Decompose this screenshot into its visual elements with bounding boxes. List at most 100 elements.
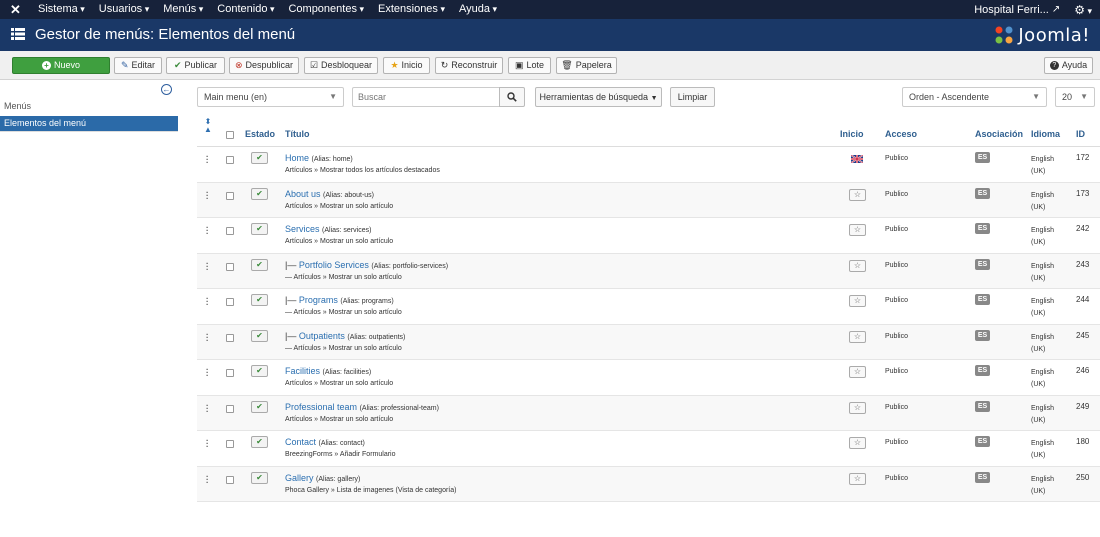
search-input[interactable] [352,87,500,107]
set-home-star-button[interactable]: ☆ [849,295,866,307]
published-status-button[interactable]: ✔ [251,258,268,271]
search-button[interactable] [499,87,525,107]
row-checkbox[interactable] [226,156,234,164]
published-status-button[interactable]: ✔ [251,400,268,413]
unpublish-button[interactable]: ⊗ Despublicar [229,57,299,74]
top-menu-item[interactable]: Extensiones [371,0,452,19]
home-button[interactable]: ★ Inicio [383,57,430,74]
header-home[interactable]: Inicio [840,129,864,139]
site-name-link[interactable]: Hospital Ferri... [974,4,1049,16]
row-checkbox[interactable] [226,369,234,377]
sidebar-item-menu-items[interactable]: Elementos del menú [0,116,178,131]
item-title-link[interactable]: Facilities [285,366,320,376]
top-menu-item[interactable]: Sistema [31,0,92,19]
search-tools-button[interactable]: Herramientas de búsqueda ▼ [535,87,662,107]
uk-flag-icon[interactable] [851,155,863,163]
published-status-button[interactable]: ✔ [251,329,268,342]
top-menu-item[interactable]: Ayuda [452,0,504,19]
drag-handle-icon[interactable]: · · · [206,472,209,486]
top-menu-item[interactable]: Menús [156,0,210,19]
drag-handle-icon[interactable]: · · · [206,153,209,167]
sort-order-icon[interactable]: ⬍ ▲ [204,118,212,134]
published-status-button[interactable]: ✔ [251,436,268,448]
association-badge[interactable]: ES [975,400,990,412]
header-id[interactable]: ID [1076,129,1085,139]
association-badge[interactable]: ES [975,294,990,305]
row-checkbox[interactable] [226,475,234,484]
row-checkbox[interactable] [226,227,234,235]
list-limit-select[interactable]: 20 ▼ [1055,87,1095,107]
drag-handle-icon[interactable]: · · · [206,330,209,344]
new-button[interactable]: + Nuevo [12,57,110,74]
association-badge[interactable]: ES [975,187,990,199]
top-menu-item[interactable]: Componentes [281,0,371,19]
association-badge[interactable]: ES [975,471,990,483]
published-status-button[interactable]: ✔ [251,471,268,484]
row-checkbox[interactable] [226,262,234,271]
drag-handle-icon[interactable]: · · · [206,224,209,238]
row-checkbox[interactable] [226,298,234,306]
drag-handle-icon[interactable]: · · · [206,259,209,273]
set-home-star-button[interactable]: ☆ [849,259,866,272]
help-button[interactable]: ? Ayuda [1044,57,1093,74]
item-title-link[interactable]: Home [285,153,309,163]
row-checkbox[interactable] [226,191,234,200]
set-home-star-button[interactable]: ☆ [849,330,866,343]
header-association[interactable]: Asociación [975,129,1023,139]
association-badge[interactable]: ES [975,152,990,163]
menu-select[interactable]: Main menu (en) ▼ [197,87,344,107]
header-title[interactable]: Título [285,129,310,139]
drag-handle-icon[interactable]: · · · [206,366,209,380]
set-home-star-button[interactable]: ☆ [849,366,866,378]
item-title-link[interactable]: Contact [285,437,316,447]
drag-handle-icon[interactable]: · · · [206,188,209,202]
drag-handle-icon[interactable]: · · · [206,401,209,415]
published-status-button[interactable]: ✔ [251,365,268,377]
clear-button[interactable]: Limpiar [670,87,715,107]
published-status-button[interactable]: ✔ [251,223,268,235]
select-all-checkbox[interactable] [226,131,234,139]
drag-handle-icon[interactable]: · · · [206,295,209,309]
drag-handle-icon[interactable]: · · · [206,437,209,451]
rebuild-button[interactable]: ↻ Reconstruir [435,57,503,74]
association-badge[interactable]: ES [975,365,990,376]
publish-button[interactable]: ✔ Publicar [166,57,225,74]
item-title-link[interactable]: Outpatients [299,331,345,341]
set-home-star-button[interactable]: ☆ [849,188,866,201]
header-status[interactable]: Estado [245,129,275,139]
joomla-admin-icon[interactable]: ✕ [8,2,23,17]
header-language[interactable]: Idioma [1031,129,1060,139]
item-title-link[interactable]: Programs [299,295,338,305]
set-home-star-button[interactable]: ☆ [849,437,866,449]
top-menu-item[interactable]: Contenido [210,0,281,19]
row-checkbox[interactable] [226,333,234,342]
item-title-link[interactable]: Gallery [285,473,314,483]
association-badge[interactable]: ES [975,258,990,270]
header-access[interactable]: Acceso [885,129,917,139]
set-home-star-button[interactable]: ☆ [849,401,866,414]
row-checkbox[interactable] [226,440,234,448]
set-home-star-button[interactable]: ☆ [849,472,866,485]
item-title-link[interactable]: Portfolio Services [299,260,369,270]
published-status-button[interactable]: ✔ [251,294,268,306]
association-badge[interactable]: ES [975,329,990,341]
item-title-link[interactable]: Professional team [285,402,357,412]
batch-button[interactable]: ▣ Lote [508,57,551,74]
item-title-link[interactable]: Services [285,224,320,234]
item-title-link[interactable]: About us [285,189,321,199]
unpublish-label: Despublicar [245,60,294,70]
unlock-button[interactable]: ☑ Desbloquear [304,57,378,74]
external-link-icon[interactable]: ↗ [1052,4,1060,15]
top-menu-item[interactable]: Usuarios [92,0,156,19]
ordering-select[interactable]: Orden - Ascendente ▼ [902,87,1047,107]
published-status-button[interactable]: ✔ [251,152,268,164]
association-badge[interactable]: ES [975,436,990,447]
edit-button[interactable]: ✎ Editar [114,57,162,74]
row-checkbox[interactable] [226,404,234,413]
published-status-button[interactable]: ✔ [251,187,268,200]
trash-button[interactable]: 🗑 Papelera [556,57,617,74]
collapse-sidebar-icon[interactable]: ← [161,84,172,95]
gear-icon[interactable]: ⚙ [1074,3,1092,17]
association-badge[interactable]: ES [975,223,990,234]
set-home-star-button[interactable]: ☆ [849,224,866,236]
